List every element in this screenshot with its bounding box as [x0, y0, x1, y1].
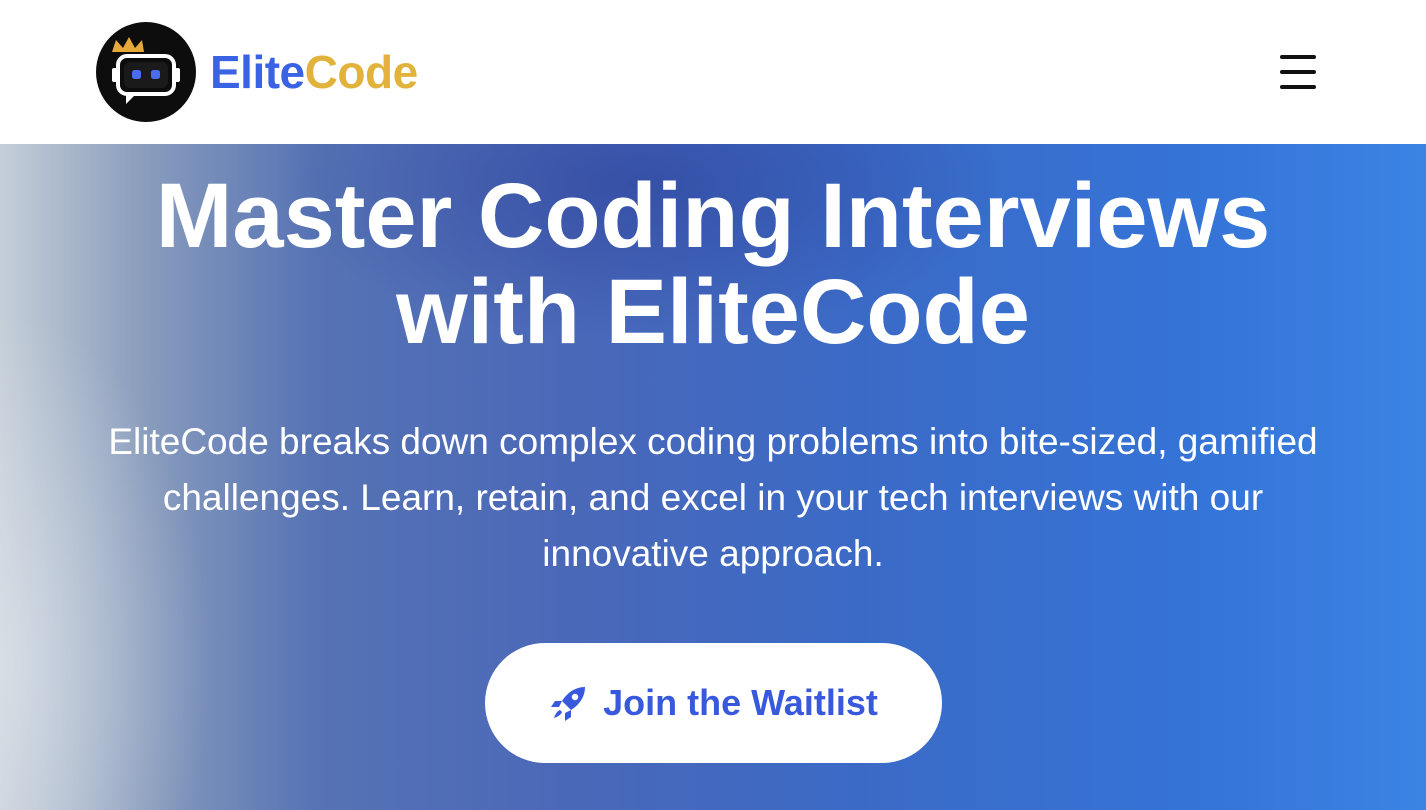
hero-section: Master Coding Interviews with EliteCode … [0, 144, 1426, 810]
rocket-icon [551, 687, 586, 721]
brand-name-part2: Code [304, 46, 419, 98]
hero-subtext-line3: innovative approach. [542, 533, 884, 574]
brand-name-part1: Elite [210, 46, 305, 98]
brand-name: EliteCode [210, 49, 418, 95]
hero-headline-line1: Master Coding Interviews [155, 165, 1271, 267]
hero-subtext-line1: EliteCode breaks down complex coding pro… [108, 421, 1318, 462]
robot-chat-crown-icon [96, 22, 196, 122]
hero-headline: Master Coding Interviews with EliteCode [0, 168, 1426, 360]
hero-subtext-line2: challenges. Learn, retain, and excel in … [162, 477, 1264, 518]
hero-subtext: EliteCode breaks down complex coding pro… [0, 414, 1426, 582]
hamburger-menu-icon[interactable] [1276, 52, 1320, 92]
site-header: EliteCode [0, 0, 1426, 144]
hero-headline-line2: with EliteCode [396, 261, 1030, 363]
join-waitlist-label: Join the Waitlist [603, 682, 878, 723]
brand-logo-link[interactable]: EliteCode [96, 22, 418, 122]
join-waitlist-button[interactable]: Join the Waitlist [485, 643, 942, 763]
